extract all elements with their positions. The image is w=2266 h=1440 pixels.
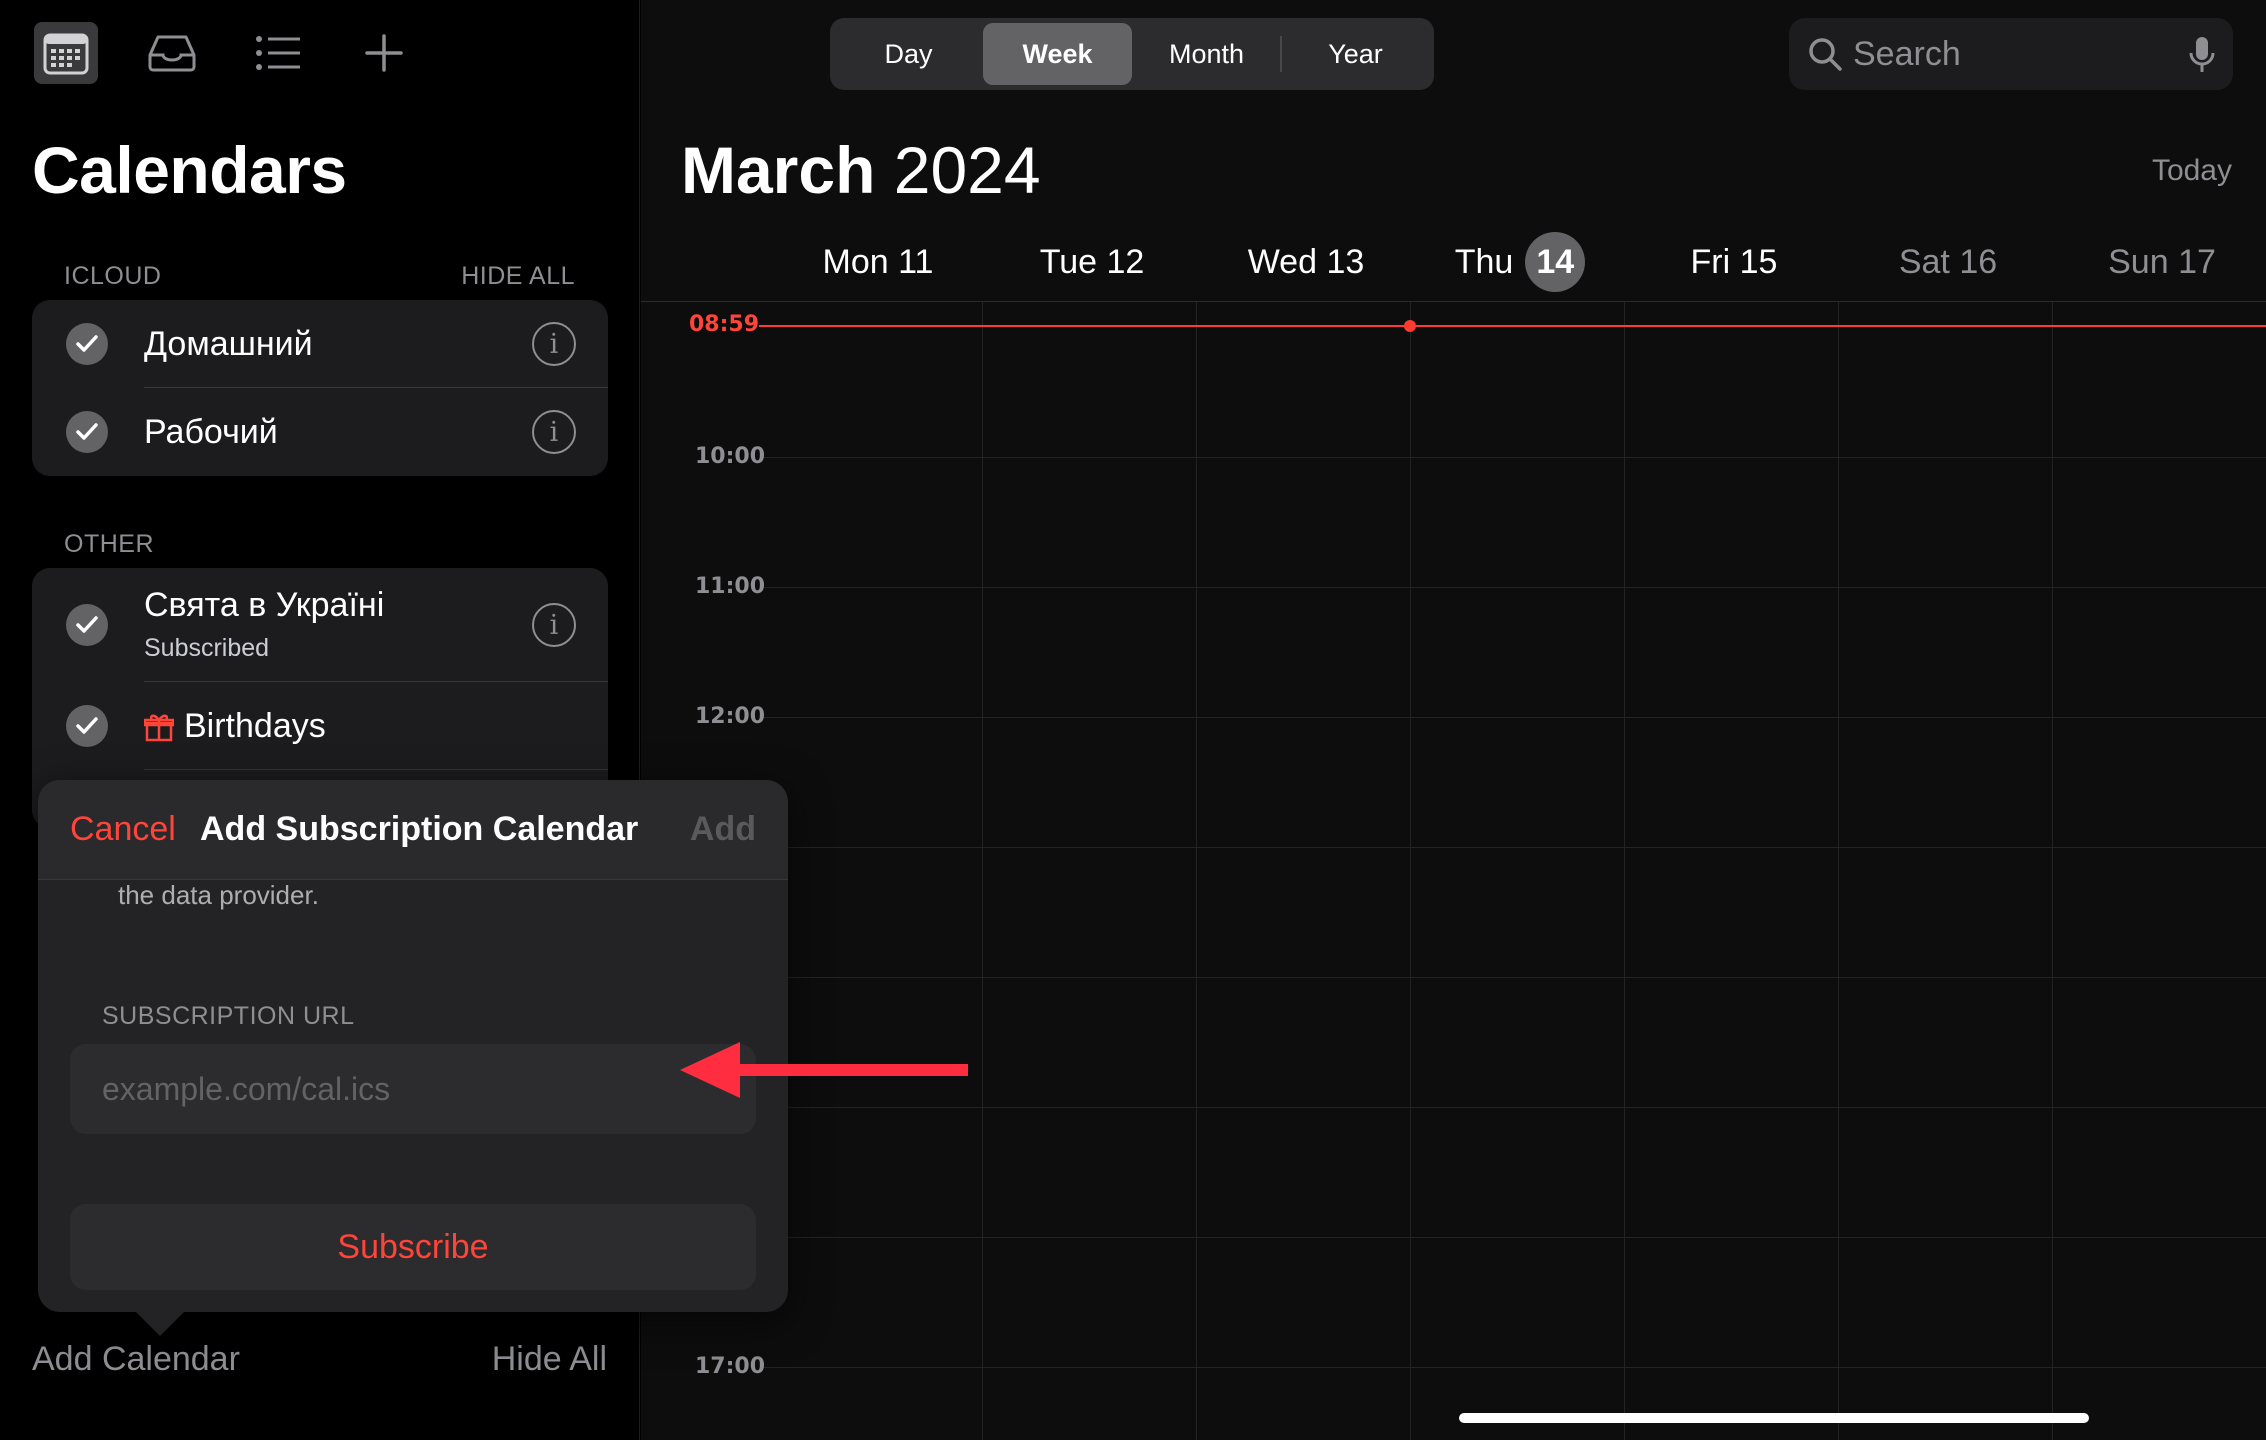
add-calendar-button[interactable]: Add Calendar xyxy=(32,1340,240,1379)
info-icon[interactable]: i xyxy=(532,410,576,454)
checkmark-icon[interactable] xyxy=(66,411,108,453)
info-icon[interactable]: i xyxy=(532,322,576,366)
day-column-divider xyxy=(2052,302,2053,1440)
hour-line xyxy=(761,457,2266,458)
current-time-label: 08:59 xyxy=(689,312,760,337)
add-button[interactable]: Add xyxy=(690,810,756,849)
subscription-url-input[interactable] xyxy=(70,1044,756,1134)
day-header[interactable]: Mon 11 xyxy=(771,222,985,302)
day-column-divider xyxy=(1838,302,1839,1440)
list-view-button[interactable] xyxy=(246,22,310,84)
calendar-row-ukraine-holidays[interactable]: Свята в Україні Subscribed i xyxy=(32,568,608,682)
section-header-icloud: ICLOUD xyxy=(64,262,162,290)
hour-line xyxy=(761,1237,2266,1238)
gift-icon xyxy=(144,714,174,742)
week-time-grid[interactable]: 10:00 11:00 12:00 17:00 08:59 xyxy=(641,302,2266,1440)
view-day-button[interactable]: Day xyxy=(834,23,983,85)
month-year-title: March 2024 xyxy=(681,132,1041,208)
hour-line xyxy=(761,1367,2266,1368)
search-placeholder: Search xyxy=(1853,34,1961,73)
hide-all-icloud-button[interactable]: HIDE ALL xyxy=(461,262,575,291)
search-icon xyxy=(1809,38,1842,71)
day-header[interactable]: Fri 15 xyxy=(1627,222,1841,302)
plus-icon xyxy=(365,34,403,72)
calendar-row-birthdays[interactable]: Birthdays xyxy=(32,682,608,770)
subscribe-button[interactable]: Subscribe xyxy=(70,1204,756,1290)
section-header-other: OTHER xyxy=(64,530,154,558)
annotation-arrow-icon xyxy=(680,1042,968,1098)
day-header[interactable]: Tue 12 xyxy=(985,222,1199,302)
icloud-calendar-group: Домашний i Рабочий i xyxy=(32,300,608,476)
checkmark-icon[interactable] xyxy=(66,604,108,646)
day-header[interactable]: Sat 16 xyxy=(1841,222,2055,302)
day-column-divider xyxy=(1624,302,1625,1440)
view-week-button[interactable]: Week xyxy=(983,23,1132,85)
provider-note: the data provider. xyxy=(118,880,319,910)
subscription-url-header: SUBSCRIPTION URL xyxy=(102,1002,355,1030)
hide-all-button[interactable]: Hide All xyxy=(492,1340,607,1379)
day-header[interactable]: Sun 17 xyxy=(2055,222,2266,302)
checkmark-icon[interactable] xyxy=(66,705,108,747)
month-name: March xyxy=(681,133,876,207)
calendar-row-home[interactable]: Домашний i xyxy=(32,300,608,388)
hour-label: 11:00 xyxy=(695,574,766,599)
current-time-line xyxy=(759,325,2266,327)
calendar-subtitle: Subscribed xyxy=(144,634,270,662)
calendar-row-work[interactable]: Рабочий i xyxy=(32,388,608,476)
popover-tail xyxy=(136,1312,184,1336)
calendar-label: Рабочий xyxy=(144,412,278,451)
hour-label: 10:00 xyxy=(695,444,766,469)
hour-line xyxy=(761,587,2266,588)
today-button[interactable]: Today xyxy=(2152,154,2232,188)
search-field[interactable]: Search xyxy=(1789,18,2233,90)
popover-title: Add Subscription Calendar xyxy=(200,810,639,848)
cancel-button[interactable]: Cancel xyxy=(70,810,176,849)
hour-line xyxy=(761,977,2266,978)
year-number: 2024 xyxy=(893,133,1041,207)
sidebar-toolbar xyxy=(34,22,458,84)
add-event-button[interactable] xyxy=(352,22,416,84)
info-icon[interactable]: i xyxy=(532,603,576,647)
inbox-button[interactable] xyxy=(140,22,204,84)
current-time-dot xyxy=(1404,320,1416,332)
inbox-tray-icon xyxy=(148,35,196,72)
day-column-divider xyxy=(1196,302,1197,1440)
calendar-main: Day Week Month Year Search March 2024 To… xyxy=(641,0,2266,1440)
sidebar-title: Calendars xyxy=(32,133,347,207)
hour-label: 12:00 xyxy=(695,704,766,729)
day-header-today[interactable]: Thu 14 xyxy=(1413,222,1627,302)
row-divider xyxy=(144,769,608,770)
calendar-label: Домашний xyxy=(144,324,313,363)
calendar-label: Свята в Україні xyxy=(144,586,385,624)
hour-line xyxy=(761,1107,2266,1108)
day-column-divider xyxy=(1410,302,1411,1440)
hour-label: 17:00 xyxy=(695,1354,766,1379)
day-header[interactable]: Wed 13 xyxy=(1199,222,1413,302)
add-subscription-popover: Cancel Add Subscription Calendar Add the… xyxy=(38,780,788,1336)
popover-header: Cancel Add Subscription Calendar Add xyxy=(38,780,788,880)
today-badge: 14 xyxy=(1525,232,1586,292)
week-day-header: Mon 11 Tue 12 Wed 13 Thu 14 Fri 15 Sat 16… xyxy=(641,222,2266,302)
list-icon xyxy=(256,36,300,70)
calendar-grid-icon xyxy=(43,33,89,75)
checkmark-icon[interactable] xyxy=(66,323,108,365)
calendar-label: Birthdays xyxy=(184,706,326,745)
view-month-button[interactable]: Month xyxy=(1132,23,1281,85)
day-column-divider xyxy=(982,302,983,1440)
hour-line xyxy=(761,717,2266,718)
calendars-button[interactable] xyxy=(34,22,98,84)
microphone-icon[interactable] xyxy=(2189,36,2215,74)
view-year-button[interactable]: Year xyxy=(1281,23,1430,85)
home-indicator[interactable] xyxy=(1459,1413,2089,1423)
hour-line xyxy=(761,847,2266,848)
view-segmented-control: Day Week Month Year xyxy=(830,18,1434,90)
